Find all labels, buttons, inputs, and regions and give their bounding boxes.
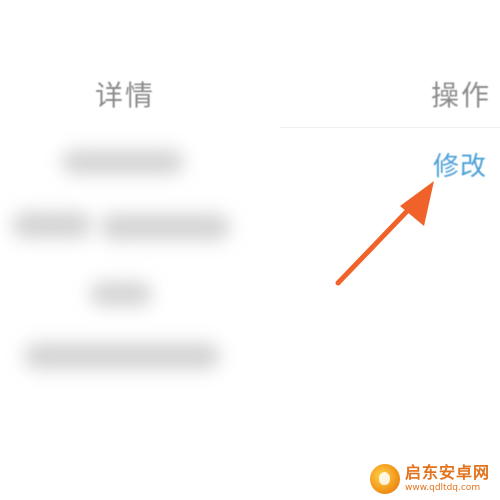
edit-link[interactable]: 修改 (433, 146, 487, 183)
blurred-detail-row (100, 214, 230, 240)
column-header-detail: 详情 (95, 79, 156, 112)
blurred-detail-row (24, 343, 220, 369)
watermark-url: www.qdltdq.com (405, 483, 481, 493)
watermark-logo-icon (370, 464, 400, 494)
arrow-icon (335, 181, 434, 286)
blurred-detail-row (90, 282, 152, 306)
page: 详情 操作 修改 启东安卓网 www.qdltdq.com (0, 0, 500, 500)
watermark-text: 启东安卓网 www.qdltdq.com (405, 465, 490, 493)
watermark-name: 启东安卓网 (405, 463, 491, 482)
watermark: 启东安卓网 www.qdltdq.com (370, 460, 498, 498)
blurred-detail-row (12, 212, 92, 238)
header-divider (280, 127, 500, 128)
blurred-detail-row (62, 150, 184, 174)
column-header-action: 操作 (431, 79, 492, 112)
